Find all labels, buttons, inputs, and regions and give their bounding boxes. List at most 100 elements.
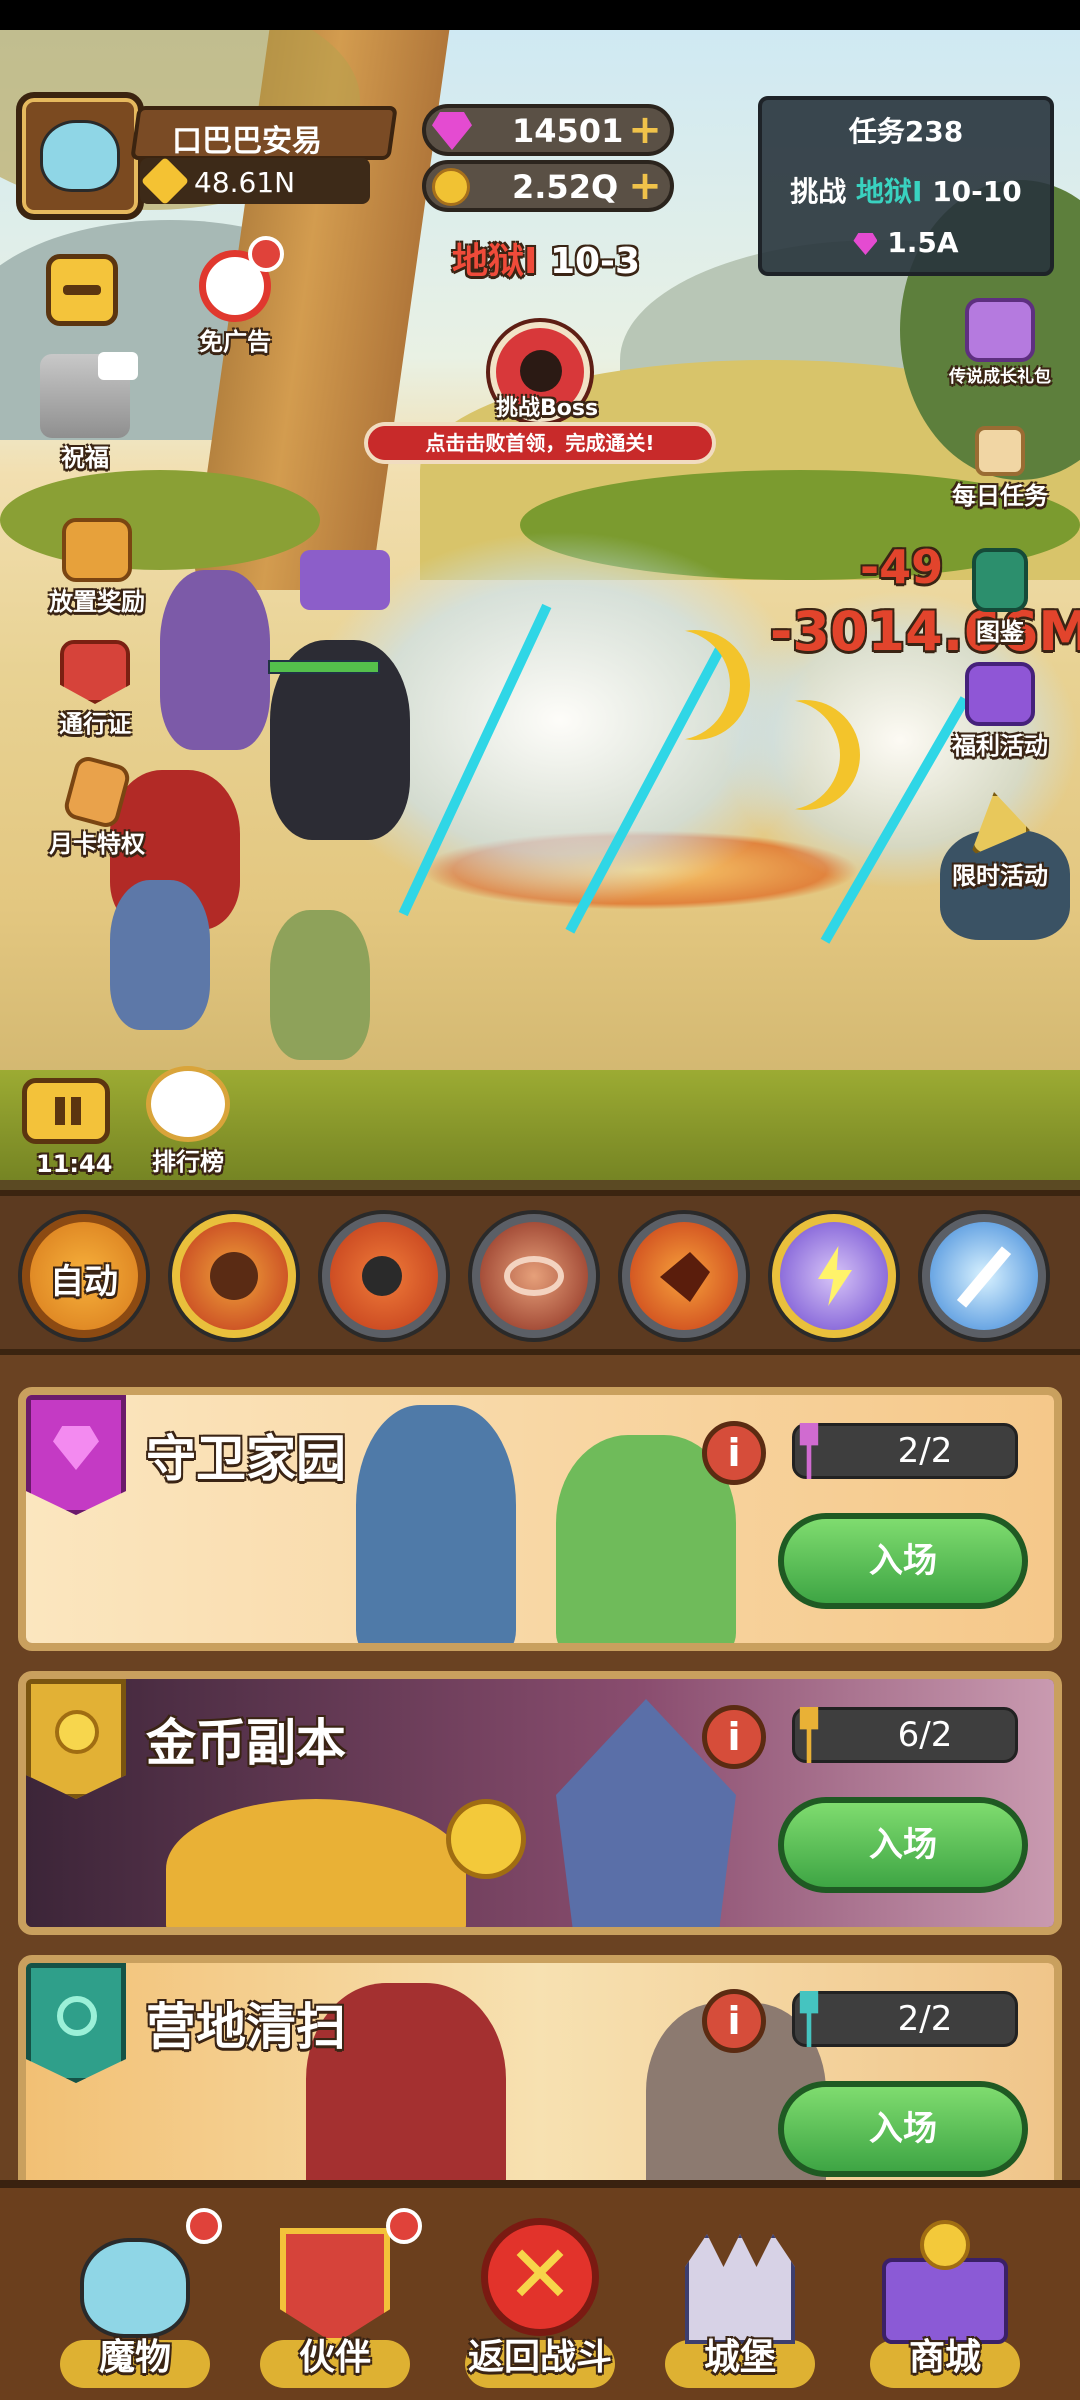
partner-shield-icon: [280, 2228, 390, 2344]
battle-timer: 11:44: [36, 1150, 113, 1178]
player-name: 口巴巴安易: [172, 124, 322, 159]
quest-prefix: 挑战: [790, 175, 847, 208]
ticket-count-value: 2/2: [897, 1999, 953, 2039]
bomb-icon: [362, 1256, 402, 1296]
pause-icon: [55, 1097, 65, 1125]
star-coin-icon: [920, 2220, 970, 2270]
quest-panel[interactable]: 任务238 挑战 地狱I 10-10 1.5A: [758, 96, 1054, 276]
minus-icon: [63, 285, 101, 295]
gem-icon: [853, 233, 878, 255]
add-gold-button[interactable]: +: [626, 166, 664, 206]
blessing-label: 祝福: [61, 444, 109, 472]
gold-coin-icon: [55, 1710, 99, 1754]
dragon-icon: [660, 1252, 710, 1302]
book-icon: [972, 548, 1028, 612]
enter-button[interactable]: 入场: [778, 1513, 1028, 1609]
monthly-card-label: 月卡特权: [49, 830, 145, 858]
player-power: 48.61N: [194, 166, 296, 199]
close-icon: ✕: [481, 2218, 599, 2336]
legend-pack-button[interactable]: 传说成长礼包: [930, 298, 1070, 387]
info-button[interactable]: i: [702, 1989, 766, 2053]
boss-skull-icon: [520, 350, 562, 392]
crescent-effect: [620, 630, 730, 740]
nav-shop[interactable]: 商城: [850, 2208, 1040, 2398]
stage-level: 10-3: [549, 241, 641, 282]
info-button[interactable]: i: [702, 1705, 766, 1769]
stage-indicator: 地狱I 10-3: [452, 232, 640, 284]
dungeon-card-defend[interactable]: 守卫家园 i 2/2 入场: [18, 1387, 1062, 1651]
pause-button[interactable]: [22, 1078, 110, 1144]
crescent-effect: [730, 700, 840, 810]
enter-button[interactable]: 入场: [778, 1797, 1028, 1893]
gold-pile-art: [166, 1799, 466, 1927]
atlas-button[interactable]: 图鉴: [930, 548, 1070, 647]
pass-label: 通行证: [59, 710, 131, 738]
nav-monsters-label: 魔物: [98, 2337, 171, 2378]
info-button[interactable]: i: [702, 1421, 766, 1485]
nav-return-battle[interactable]: ✕ 返回战斗: [445, 2208, 635, 2398]
hero-health-bar: [268, 660, 380, 674]
dungeon-card-gold[interactable]: 金币副本 i 6/2 入场: [18, 1671, 1062, 1935]
hero-goblin-shaman[interactable]: [110, 880, 210, 1030]
stage-prefix: 地狱I: [452, 241, 538, 282]
quest-title: 任务238: [848, 115, 964, 148]
minimize-button[interactable]: [46, 254, 118, 326]
skill-vortex[interactable]: [472, 1214, 596, 1338]
notification-dot: [248, 236, 284, 272]
enter-button[interactable]: 入场: [778, 2081, 1028, 2177]
gift-chest-icon: [965, 298, 1035, 362]
daily-task-button[interactable]: 每日任务: [930, 426, 1070, 511]
ice-slash-icon: [956, 1246, 1012, 1308]
nav-castle-label: 城堡: [703, 2337, 776, 2378]
limited-event-button[interactable]: 限时活动: [930, 792, 1070, 891]
treasure-chest-icon: [62, 518, 132, 582]
legend-pack-label: 传说成长礼包: [949, 367, 1051, 387]
scroll-icon: [975, 426, 1025, 476]
gift-box-icon: [965, 662, 1035, 726]
no-ads-button[interactable]: 免广告: [170, 250, 300, 357]
monthly-card-button[interactable]: 月卡特权: [22, 753, 172, 859]
idle-reward-button[interactable]: 放置奖励: [22, 518, 172, 617]
add-gems-button[interactable]: +: [626, 110, 664, 150]
hero-goblin-spearman[interactable]: [270, 910, 370, 1060]
slime-icon: [80, 2238, 190, 2338]
skill-lightning[interactable]: [772, 1214, 896, 1338]
video-ad-icon: [98, 352, 138, 380]
nav-castle[interactable]: 城堡: [645, 2208, 835, 2398]
skill-dragon-fire[interactable]: [622, 1214, 746, 1338]
pass-shield-icon: [60, 640, 130, 704]
ticket-count: 6/2: [792, 1707, 1018, 1763]
player-profile[interactable]: 口巴巴安易 48.61N: [16, 92, 398, 222]
goblin-art: [356, 1405, 516, 1643]
gold-counter[interactable]: 2.52Q +: [422, 160, 674, 212]
boss-label: 挑战Boss: [496, 396, 599, 421]
pass-button[interactable]: 通行证: [30, 640, 160, 739]
auto-skill-button[interactable]: 自动: [22, 1214, 146, 1338]
quest-reward-value: 1.5A: [887, 226, 959, 259]
gem-value: 14501: [512, 112, 624, 150]
welfare-label: 福利活动: [952, 732, 1048, 760]
monthly-card-icon: [61, 753, 133, 831]
gem-counter[interactable]: 14501 +: [422, 104, 674, 156]
skill-ice-slash[interactable]: [922, 1214, 1046, 1338]
limited-event-label: 限时活动: [952, 862, 1048, 890]
ticket-count-value: 2/2: [897, 1431, 953, 1471]
ticket-count: 2/2: [792, 1991, 1018, 2047]
avatar[interactable]: [16, 92, 144, 220]
leaderboard-button[interactable]: 排行榜: [128, 1066, 248, 1177]
gem-icon: [432, 112, 472, 150]
auto-label: 自动: [50, 1262, 118, 1302]
hero-succubus[interactable]: [160, 570, 270, 750]
dungeon-list[interactable]: 守卫家园 i 2/2 入场 金币副本 i 6/2 入场 营地清扫 i 2/2 入…: [0, 1355, 1080, 2180]
skill-bombs[interactable]: [322, 1214, 446, 1338]
leaderboard-label: 排行榜: [152, 1148, 224, 1176]
daily-task-label: 每日任务: [952, 482, 1048, 510]
welfare-button[interactable]: 福利活动: [930, 662, 1070, 761]
skill-meteor[interactable]: [172, 1214, 296, 1338]
gold-coin-art: [446, 1799, 526, 1879]
nav-return-battle-label: 返回战斗: [467, 2337, 612, 2378]
dungeon-card-camp[interactable]: 营地清扫 i 2/2 入场: [18, 1955, 1062, 2180]
slime-avatar-icon: [40, 120, 120, 192]
boss-hint-banner[interactable]: 点击击败首领，完成通关!: [364, 422, 716, 464]
no-ads-label: 免广告: [199, 328, 271, 356]
